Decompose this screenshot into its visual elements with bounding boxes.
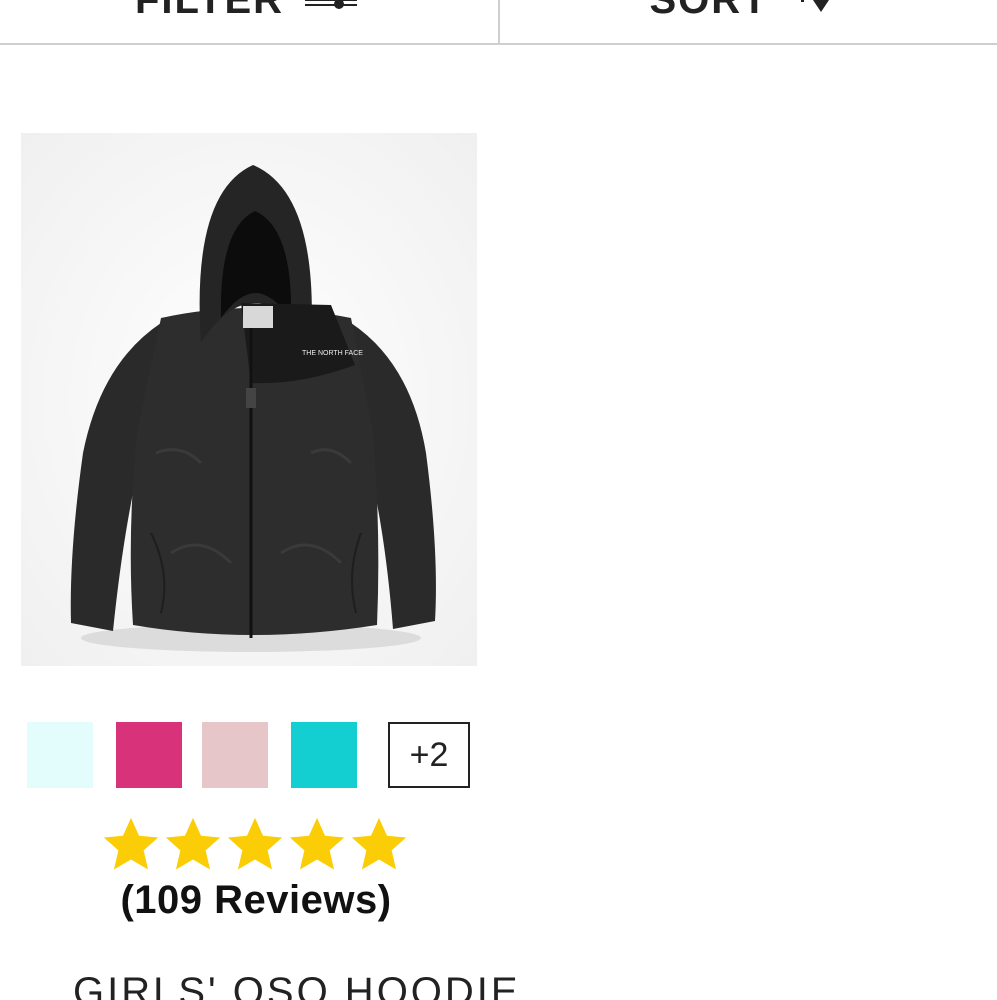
star-icon — [351, 817, 407, 870]
star-rating — [100, 812, 410, 882]
filter-label: FILTER — [135, 0, 285, 22]
star-icon — [227, 817, 283, 870]
star-icon — [103, 817, 159, 870]
filter-button[interactable]: FILTER — [0, 0, 500, 43]
svg-text:THE NORTH FACE: THE NORTH FACE — [302, 350, 363, 357]
product-title[interactable]: GIRLS' OSO HOODIE — [73, 970, 521, 1000]
reviews-count[interactable]: (109 Reviews) — [0, 878, 512, 923]
hoodie-image: THE NORTH FACE — [21, 133, 477, 666]
product-image[interactable]: THE NORTH FACE — [21, 133, 477, 666]
filter-sort-bar: FILTER SORT — [0, 0, 997, 45]
more-colors-button[interactable]: +2 — [388, 722, 470, 788]
swatch-pink[interactable] — [116, 722, 182, 788]
swatch-turquoise[interactable] — [291, 722, 357, 788]
color-swatches: +2 — [27, 722, 471, 788]
sort-arrows-icon — [800, 0, 829, 12]
product-listing-page: FILTER SORT THE NORTH FACE +2 (109 Revie… — [0, 0, 997, 1000]
swatch-light-aqua[interactable] — [27, 722, 93, 788]
star-icon — [289, 817, 345, 870]
star-icon — [165, 817, 221, 870]
sort-button[interactable]: SORT — [500, 0, 997, 43]
sort-label: SORT — [649, 0, 769, 22]
swatch-blush[interactable] — [202, 722, 268, 788]
filter-sliders-icon — [305, 0, 357, 9]
